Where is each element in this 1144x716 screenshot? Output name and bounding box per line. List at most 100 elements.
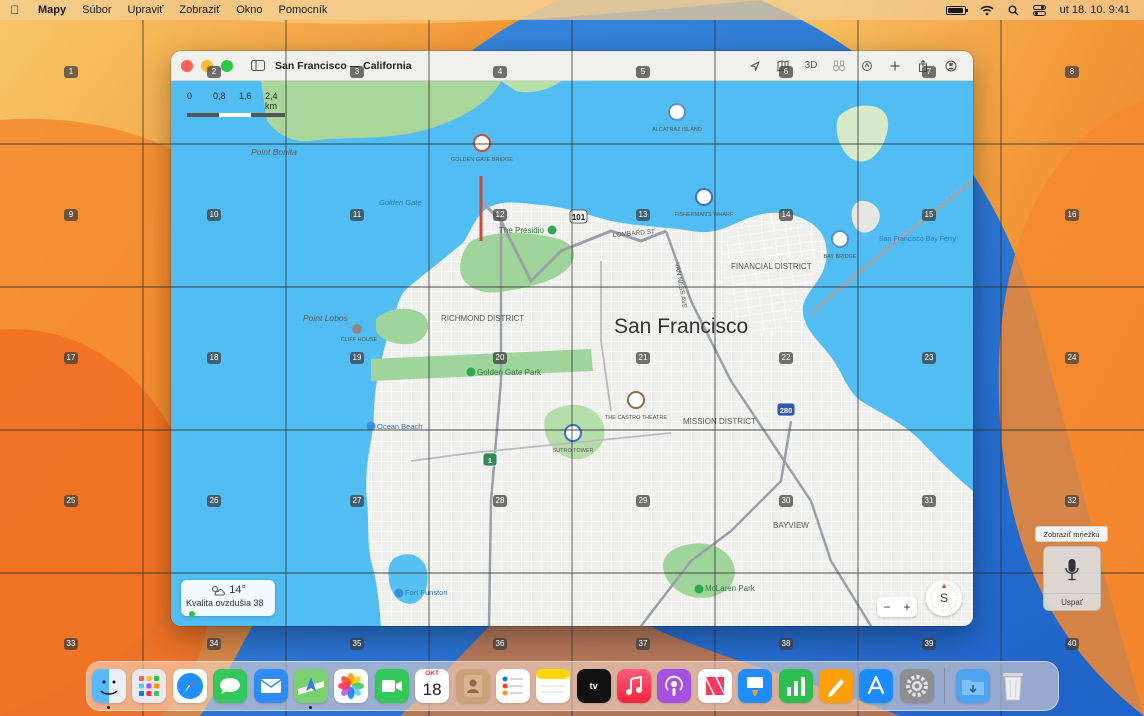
messages-icon[interactable] — [213, 669, 248, 703]
grid-cell-number[interactable]: 31 — [922, 495, 936, 507]
close-button[interactable] — [181, 59, 193, 72]
finder-icon[interactable] — [92, 669, 126, 709]
grid-cell-number[interactable]: 6 — [779, 66, 793, 78]
news-icon[interactable] — [697, 669, 732, 703]
grid-cell-number[interactable]: 25 — [64, 495, 78, 507]
sleep-button[interactable]: Uspať — [1044, 593, 1100, 611]
map-canvas[interactable]: Point Bonita Golden Gate Point Lobos The… — [171, 81, 973, 626]
3d-button[interactable]: 3D — [797, 60, 825, 71]
grid-cell-number[interactable]: 18 — [207, 352, 221, 364]
menu-bar-clock[interactable]: ut 18. 10. 9:41 — [1060, 4, 1130, 16]
grid-cell-number[interactable]: 37 — [636, 638, 650, 650]
look-around-binoculars-icon[interactable] — [825, 60, 853, 72]
grid-cell-number[interactable]: 3 — [350, 66, 364, 78]
grid-cell-number[interactable]: 30 — [779, 495, 793, 507]
grid-cell-number[interactable]: 5 — [636, 66, 650, 78]
trash-icon[interactable] — [996, 669, 1030, 703]
grid-cell-number[interactable]: 22 — [779, 352, 793, 364]
grid-cell-number[interactable]: 17 — [64, 352, 78, 364]
safari-icon[interactable] — [172, 669, 207, 703]
zoom-in-button[interactable]: + — [903, 600, 910, 614]
menu-window[interactable]: Okno — [228, 4, 270, 16]
maps-icon[interactable] — [293, 669, 328, 709]
mclaren-park-pin[interactable] — [694, 584, 704, 594]
menu-file[interactable]: Súbor — [74, 4, 119, 16]
control-center-icon[interactable] — [1032, 4, 1046, 16]
sidebar-toggle-icon[interactable] — [251, 60, 265, 71]
grid-cell-number[interactable]: 2 — [207, 66, 221, 78]
apple-menu-icon[interactable]:  — [0, 3, 30, 17]
app-store-icon[interactable] — [859, 669, 894, 703]
zoom-button[interactable] — [221, 59, 233, 72]
add-icon[interactable] — [881, 60, 909, 72]
facetime-icon[interactable] — [374, 669, 409, 703]
grid-cell-number[interactable]: 23 — [922, 352, 936, 364]
window-title-bar[interactable]: San Francisco — California 3D — [171, 51, 973, 81]
grid-cell-number[interactable]: 8 — [1065, 66, 1079, 78]
sutro-tower-pin[interactable] — [564, 424, 582, 442]
voice-control-mic-area[interactable] — [1044, 547, 1100, 593]
keynote-icon[interactable] — [738, 669, 773, 703]
photos-icon[interactable] — [334, 669, 369, 703]
grid-cell-number[interactable]: 29 — [636, 495, 650, 507]
grid-cell-number[interactable]: 35 — [350, 638, 364, 650]
podcasts-icon[interactable] — [657, 669, 692, 703]
music-icon[interactable] — [617, 669, 652, 703]
zoom-out-button[interactable]: − — [883, 600, 890, 614]
pages-icon[interactable] — [819, 669, 854, 703]
fishermans-wharf-pin[interactable] — [695, 188, 713, 206]
contacts-icon[interactable] — [455, 669, 490, 703]
grid-cell-number[interactable]: 26 — [207, 495, 221, 507]
system-settings-icon[interactable] — [899, 669, 934, 703]
grid-cell-number[interactable]: 19 — [350, 352, 364, 364]
launchpad-icon[interactable] — [132, 669, 167, 703]
bay-bridge-pin[interactable] — [831, 230, 849, 248]
presidio-park-pin[interactable] — [547, 225, 557, 235]
menu-edit[interactable]: Upraviť — [119, 4, 171, 16]
grid-cell-number[interactable]: 38 — [779, 638, 793, 650]
grid-cell-number[interactable]: 16 — [1065, 209, 1079, 221]
account-icon[interactable] — [937, 60, 965, 72]
grid-cell-number[interactable]: 28 — [493, 495, 507, 507]
menu-view[interactable]: Zobraziť — [171, 4, 228, 16]
battery-icon[interactable] — [945, 5, 968, 15]
golden-gate-bridge-pin[interactable] — [473, 134, 491, 152]
fort-funston-pin[interactable] — [394, 588, 404, 598]
grid-cell-number[interactable]: 34 — [207, 638, 221, 650]
grid-cell-number[interactable]: 10 — [207, 209, 221, 221]
ocean-beach-pin[interactable] — [366, 421, 376, 431]
grid-cell-number[interactable]: 32 — [1065, 495, 1079, 507]
grid-cell-number[interactable]: 1 — [64, 66, 78, 78]
grid-cell-number[interactable]: 24 — [1065, 352, 1079, 364]
grid-cell-number[interactable]: 27 — [350, 495, 364, 507]
weather-card[interactable]: 14° Kvalita ovzdušia 38 — [181, 580, 275, 617]
voice-control-panel[interactable]: Uspať — [1043, 546, 1101, 611]
compass-button[interactable]: S — [926, 580, 962, 616]
grid-cell-number[interactable]: 40 — [1065, 638, 1079, 650]
tracking-icon[interactable] — [853, 60, 881, 72]
grid-cell-number[interactable]: 33 — [64, 638, 78, 650]
downloads-folder-icon[interactable] — [955, 669, 990, 703]
grid-cell-number[interactable]: 21 — [636, 352, 650, 364]
grid-cell-number[interactable]: 36 — [493, 638, 507, 650]
grid-cell-number[interactable]: 13 — [636, 209, 650, 221]
golden-gate-park-pin[interactable] — [466, 367, 476, 377]
spotlight-search-icon[interactable] — [1008, 5, 1019, 16]
castro-theatre-pin[interactable] — [627, 391, 645, 409]
grid-cell-number[interactable]: 20 — [493, 352, 507, 364]
calendar-icon[interactable]: OKT 18 — [415, 669, 450, 703]
menu-help[interactable]: Pomocník — [271, 4, 336, 16]
tv-icon[interactable]: tv — [576, 669, 611, 703]
grid-cell-number[interactable]: 15 — [922, 209, 936, 221]
grid-cell-number[interactable]: 9 — [64, 209, 78, 221]
current-location-icon[interactable] — [741, 60, 769, 72]
grid-cell-number[interactable]: 14 — [779, 209, 793, 221]
numbers-icon[interactable] — [778, 669, 813, 703]
grid-cell-number[interactable]: 12 — [493, 209, 507, 221]
notes-icon[interactable] — [536, 669, 571, 703]
menu-app-name[interactable]: Mapy — [30, 4, 74, 16]
grid-cell-number[interactable]: 7 — [922, 66, 936, 78]
wifi-icon[interactable] — [980, 5, 994, 16]
reminders-icon[interactable] — [495, 669, 530, 703]
mail-icon[interactable] — [253, 669, 288, 703]
